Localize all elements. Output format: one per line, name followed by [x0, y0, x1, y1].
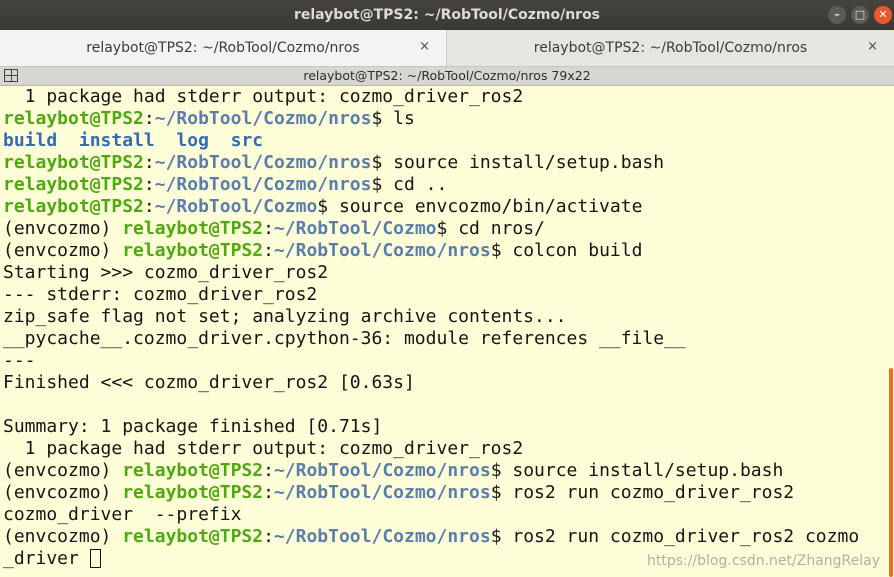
prompt-user-host: relaybot@TPS2: [3, 174, 144, 195]
command-text: $ ros2 run cozmo_driver_ros2: [490, 482, 795, 503]
command-text: $ source envcozmo/bin/activate: [317, 196, 643, 217]
prompt-path: ~/RobTool/Cozmo: [273, 218, 437, 239]
output-text: 1 package had stderr output: cozmo_drive…: [3, 438, 524, 459]
terminal-line: Finished <<< cozmo_driver_ros2 [0.63s]: [0, 372, 886, 394]
close-window-button[interactable]: ✕: [874, 6, 892, 24]
prompt-user-host: relaybot@TPS2: [3, 108, 144, 129]
directory-entry: install: [78, 130, 155, 151]
prompt-path: ~/RobTool/Cozmo/nros: [154, 152, 372, 173]
command-text: $ cd nros/: [436, 218, 545, 239]
prompt-separator: :: [263, 240, 274, 261]
scrollbar-thumb[interactable]: [889, 368, 893, 577]
command-text: $ source install/setup.bash: [371, 152, 665, 173]
terminal-line: relaybot@TPS2:~/RobTool/Cozmo/nros$ sour…: [0, 152, 886, 174]
close-tab-icon[interactable]: ×: [867, 39, 878, 54]
tab-terminal-2[interactable]: relaybot@TPS2: ~/RobTool/Cozmo/nros ×: [447, 30, 894, 66]
venv-prefix: (envcozmo): [3, 460, 123, 481]
output-text: Starting >>> cozmo_driver_ros2: [3, 262, 329, 283]
terminal-line: Starting >>> cozmo_driver_ros2: [0, 262, 886, 284]
terminal-line: (envcozmo) relaybot@TPS2:~/RobTool/Cozmo…: [0, 218, 886, 240]
prompt-user-host: relaybot@TPS2: [122, 526, 264, 547]
terminal-line: build install log src: [0, 130, 886, 152]
terminal-line: 1 package had stderr output: cozmo_drive…: [0, 86, 886, 108]
prompt-path: ~/RobTool/Cozmo/nros: [273, 526, 491, 547]
terminal-line: relaybot@TPS2:~/RobTool/Cozmo/nros$ ls: [0, 108, 886, 130]
directory-entry: src: [230, 130, 264, 151]
output-text: zip_safe flag not set; analyzing archive…: [3, 306, 567, 327]
prompt-path: ~/RobTool/Cozmo/nros: [273, 482, 491, 503]
output-text: --- stderr: cozmo_driver_ros2: [3, 284, 318, 305]
output-text: ---: [3, 350, 36, 371]
terminal-line: (envcozmo) relaybot@TPS2:~/RobTool/Cozmo…: [0, 240, 886, 262]
terminal-line: (envcozmo) relaybot@TPS2:~/RobTool/Cozmo…: [0, 482, 886, 504]
terminal-scrollbar[interactable]: [886, 86, 894, 577]
window-title: relaybot@TPS2: ~/RobTool/Cozmo/nros: [293, 7, 601, 23]
prompt-separator: :: [143, 196, 155, 217]
prompt-separator: :: [143, 152, 155, 173]
terminal-line: cozmo_driver --prefix: [0, 504, 886, 526]
command-text: $ cd ..: [371, 174, 448, 195]
prompt-separator: :: [143, 108, 155, 129]
venv-prefix: (envcozmo): [3, 526, 123, 547]
window-titlebar[interactable]: relaybot@TPS2: ~/RobTool/Cozmo/nros – □ …: [0, 0, 894, 30]
prompt-user-host: relaybot@TPS2: [122, 218, 264, 239]
prompt-path: ~/RobTool/Cozmo/nros: [154, 108, 372, 129]
prompt-path: ~/RobTool/Cozmo/nros: [154, 174, 372, 195]
watermark: https://blog.csdn.net/ZhangRelay: [646, 553, 880, 569]
tab-label: relaybot@TPS2: ~/RobTool/Cozmo/nros: [86, 40, 360, 56]
command-text: $ source install/setup.bash: [490, 460, 784, 481]
terminal-header: relaybot@TPS2: ~/RobTool/Cozmo/nros 79x2…: [0, 67, 894, 86]
output-text: _driver: [3, 548, 90, 569]
prompt-user-host: relaybot@TPS2: [3, 196, 144, 217]
command-text: $ colcon build: [490, 240, 643, 261]
prompt-separator: :: [143, 174, 155, 195]
minimize-button[interactable]: –: [828, 6, 846, 24]
maximize-button[interactable]: □: [851, 6, 869, 24]
close-tab-icon[interactable]: ×: [419, 39, 430, 54]
output-text: cozmo_driver --prefix: [3, 504, 242, 525]
terminal-line: __pycache__.cozmo_driver.cpython-36: mod…: [0, 328, 886, 350]
terminal-line: (envcozmo) relaybot@TPS2:~/RobTool/Cozmo…: [0, 460, 886, 482]
prompt-separator: :: [263, 526, 274, 547]
directory-entry: log: [176, 130, 209, 151]
command-text: $ ls: [371, 108, 415, 129]
terminal-line: zip_safe flag not set; analyzing archive…: [0, 306, 886, 328]
venv-prefix: (envcozmo): [3, 218, 123, 239]
output-text: 1 package had stderr output: cozmo_drive…: [3, 86, 524, 107]
command-text: $ ros2 run cozmo_driver_ros2 cozmo: [490, 526, 860, 547]
venv-prefix: (envcozmo): [3, 240, 123, 261]
prompt-separator: :: [263, 460, 274, 481]
output-text: Summary: 1 package finished [0.71s]: [3, 416, 383, 437]
terminal-size-title: relaybot@TPS2: ~/RobTool/Cozmo/nros 79x2…: [303, 68, 591, 83]
venv-prefix: (envcozmo): [3, 482, 123, 503]
terminal-window: relaybot@TPS2: ~/RobTool/Cozmo/nros – □ …: [0, 0, 894, 577]
prompt-user-host: relaybot@TPS2: [122, 482, 264, 503]
prompt-separator: :: [263, 218, 274, 239]
terminal-line: (envcozmo) relaybot@TPS2:~/RobTool/Cozmo…: [0, 526, 886, 548]
terminal-line: Summary: 1 package finished [0.71s]: [0, 416, 886, 438]
prompt-user-host: relaybot@TPS2: [122, 460, 264, 481]
terminal-output[interactable]: 1 package had stderr output: cozmo_drive…: [0, 86, 886, 577]
terminal-line: relaybot@TPS2:~/RobTool/Cozmo/nros$ cd .…: [0, 174, 886, 196]
prompt-separator: :: [263, 482, 274, 503]
prompt-path: ~/RobTool/Cozmo/nros: [273, 240, 491, 261]
output-text: __pycache__.cozmo_driver.cpython-36: mod…: [3, 328, 686, 349]
prompt-path: ~/RobTool/Cozmo: [154, 196, 318, 217]
prompt-path: ~/RobTool/Cozmo/nros: [273, 460, 491, 481]
tab-terminal-1[interactable]: relaybot@TPS2: ~/RobTool/Cozmo/nros ×: [0, 30, 447, 66]
terminal-line: relaybot@TPS2:~/RobTool/Cozmo$ source en…: [0, 196, 886, 218]
tab-label: relaybot@TPS2: ~/RobTool/Cozmo/nros: [533, 40, 808, 56]
output-text: Finished <<< cozmo_driver_ros2 [0.63s]: [3, 372, 415, 393]
prompt-user-host: relaybot@TPS2: [3, 152, 144, 173]
tab-bar: relaybot@TPS2: ~/RobTool/Cozmo/nros × re…: [0, 30, 894, 67]
terminal-line: 1 package had stderr output: cozmo_drive…: [0, 438, 886, 460]
directory-entry: build: [3, 130, 58, 151]
terminal-line: --- stderr: cozmo_driver_ros2: [0, 284, 886, 306]
prompt-user-host: relaybot@TPS2: [122, 240, 264, 261]
terminal-line: ---: [0, 350, 886, 372]
text-cursor: [89, 549, 101, 568]
